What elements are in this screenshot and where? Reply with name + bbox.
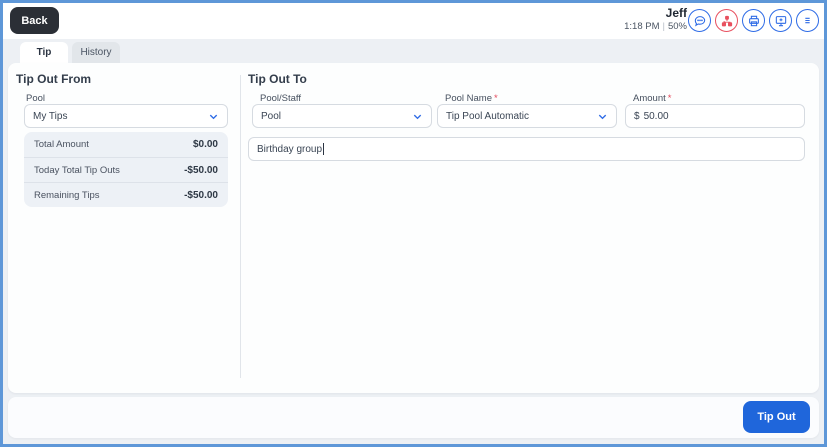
chevron-down-icon xyxy=(413,114,422,119)
tips-summary-card: Total Amount $0.00 Today Total Tip Outs … xyxy=(24,132,228,207)
pool-staff-label: Pool/Staff xyxy=(260,93,302,104)
summary-row-total-amount: Total Amount $0.00 xyxy=(24,132,228,157)
tab-tip[interactable]: Tip xyxy=(20,42,68,63)
pool-staff-select[interactable]: Pool xyxy=(252,104,432,128)
footer-bar: Tip Out xyxy=(8,397,819,438)
pool-staff-select-value: Pool xyxy=(261,110,282,122)
amount-label: Amount * xyxy=(633,93,672,104)
meta-separator: | xyxy=(662,21,665,32)
display-icon[interactable] xyxy=(769,9,792,32)
user-block: Jeff 1:18 PM | 50% xyxy=(624,6,687,33)
tip-out-button[interactable]: Tip Out xyxy=(743,401,810,433)
chevron-down-icon xyxy=(209,114,218,119)
tip-out-from-title: Tip Out From xyxy=(16,72,92,86)
summary-row-today-tip-outs: Today Total Tip Outs -$50.00 xyxy=(24,157,228,182)
pool-name-label: Pool Name * xyxy=(445,93,498,104)
amount-input-value: 50.00 xyxy=(643,110,669,122)
pool-select[interactable]: My Tips xyxy=(24,104,228,128)
text-cursor xyxy=(323,143,325,155)
pool-name-select[interactable]: Tip Pool Automatic xyxy=(437,104,617,128)
printer-icon[interactable] xyxy=(742,9,765,32)
tip-out-to-title: Tip Out To xyxy=(248,72,307,86)
summary-row-remaining-tips: Remaining Tips -$50.00 xyxy=(24,182,228,207)
battery-percent: 50% xyxy=(667,21,687,32)
summary-value: -$50.00 xyxy=(184,189,218,201)
pool-select-value: My Tips xyxy=(33,110,68,122)
panel-divider xyxy=(240,75,241,378)
tip-out-panel: Tip Out From Pool My Tips Total Amount $… xyxy=(8,63,819,393)
summary-label: Remaining Tips xyxy=(34,189,100,201)
summary-label: Today Total Tip Outs xyxy=(34,164,120,176)
pool-name-select-value: Tip Pool Automatic xyxy=(446,110,530,122)
back-button[interactable]: Back xyxy=(10,7,59,34)
pool-label: Pool xyxy=(26,93,46,104)
header-icon-row xyxy=(688,9,819,32)
required-asterisk: * xyxy=(667,93,672,104)
note-input[interactable]: Birthday group xyxy=(248,137,805,161)
clock-time: 1:18 PM xyxy=(624,21,660,32)
amount-input[interactable]: $ 50.00 xyxy=(625,104,805,128)
tab-history[interactable]: History xyxy=(72,42,120,63)
menu-icon[interactable] xyxy=(796,9,819,32)
chevron-down-icon xyxy=(598,114,607,119)
network-icon[interactable] xyxy=(715,9,738,32)
user-name: Jeff xyxy=(665,6,687,20)
time-and-battery: 1:18 PM | 50% xyxy=(624,21,687,33)
pos-window: Back Jeff 1:18 PM | 50% Tip History Tip … xyxy=(0,0,827,447)
summary-value: -$50.00 xyxy=(184,164,218,176)
currency-prefix: $ xyxy=(634,110,640,122)
note-input-value: Birthday group xyxy=(257,143,323,155)
tab-strip: Tip History xyxy=(20,42,120,63)
summary-label: Total Amount xyxy=(34,139,89,150)
top-bar: Back Jeff 1:18 PM | 50% xyxy=(3,3,824,39)
chat-icon[interactable] xyxy=(688,9,711,32)
summary-value: $0.00 xyxy=(192,139,218,150)
required-asterisk: * xyxy=(494,93,498,104)
